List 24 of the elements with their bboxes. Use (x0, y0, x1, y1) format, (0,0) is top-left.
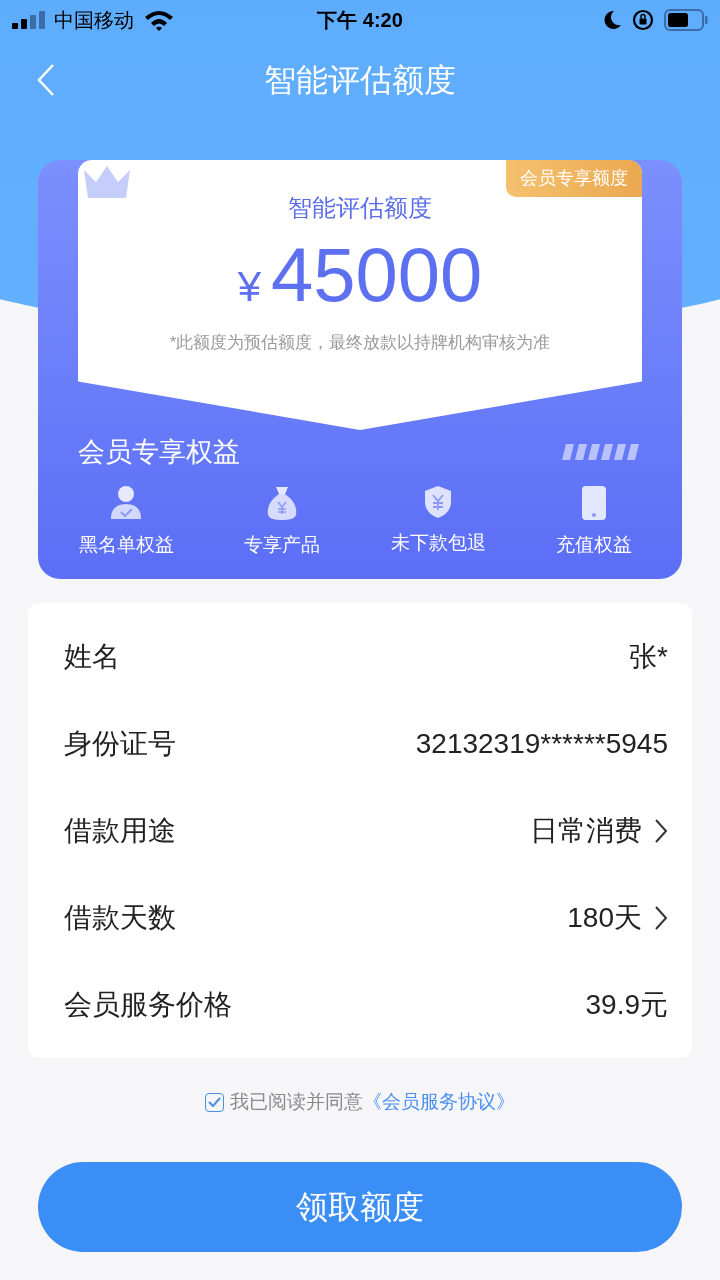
benefit-label: 黑名单权益 (78, 532, 174, 557)
carrier-name: 中国移动 (54, 8, 134, 33)
field-value: 39.9元 (585, 987, 668, 1022)
agreement-text: 我已阅读并同意 (230, 1090, 363, 1114)
quota-note: *此额度为预估额度，最终放款以持牌机构审核为准 (169, 332, 551, 354)
status-time: 下午 4:20 (317, 8, 403, 33)
member-badge: 会员专享额度 (506, 160, 642, 197)
benefit-label: 未下款包退 (390, 530, 486, 555)
field-label: 姓名 (64, 639, 120, 674)
field-label: 会员服务价格 (64, 987, 232, 1022)
field-value: 32132319******5945 (415, 726, 668, 761)
field-value: 张* (629, 639, 668, 674)
benefit-label: 专享产品 (244, 532, 320, 557)
field-label: 借款天数 (64, 900, 176, 935)
field-select[interactable]: 日常消费 (530, 809, 668, 852)
currency-sign: ¥ (237, 262, 261, 312)
field-select[interactable]: 180天 (567, 896, 668, 939)
benefits-title: 会员专享权益 (78, 436, 240, 469)
card-title: 智能评估额度 (288, 193, 432, 223)
page-title: 智能评估额度 (264, 61, 456, 100)
benefit-label: 充值权益 (556, 532, 632, 557)
quota-amount: 45000 (271, 231, 483, 319)
field-label: 身份证号 (64, 726, 176, 761)
field-label: 借款用途 (64, 813, 176, 848)
